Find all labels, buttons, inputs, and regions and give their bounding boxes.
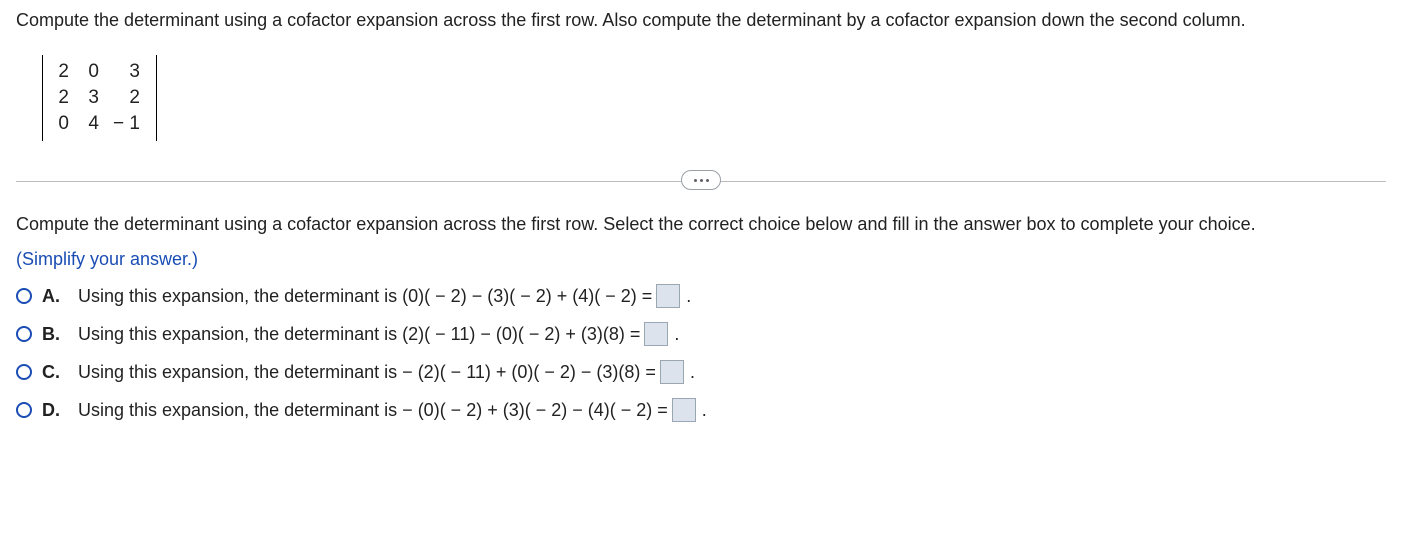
answer-input-a[interactable] [656, 284, 680, 308]
matrix-cell: 0 [79, 59, 109, 85]
matrix-cell: 3 [79, 85, 109, 111]
choice-d: D. Using this expansion, the determinant… [16, 398, 1386, 422]
matrix-cell: 2 [49, 85, 79, 111]
radio-a[interactable] [16, 288, 32, 304]
ellipsis-icon [694, 179, 709, 182]
choice-text: Using this expansion, the determinant is… [78, 324, 640, 345]
matrix-cell: 2 [109, 85, 150, 111]
choice-letter: C. [42, 362, 62, 383]
question-text: Compute the determinant using a cofactor… [16, 10, 1386, 31]
choice-text: Using this expansion, the determinant is… [78, 286, 652, 307]
choice-text: Using this expansion, the determinant is… [78, 362, 656, 383]
sub-question-text: Compute the determinant using a cofactor… [16, 214, 1386, 235]
radio-d[interactable] [16, 402, 32, 418]
matrix-cell: − 1 [109, 111, 150, 137]
radio-c[interactable] [16, 364, 32, 380]
choice-letter: A. [42, 286, 62, 307]
choice-text: Using this expansion, the determinant is… [78, 400, 668, 421]
choice-c: C. Using this expansion, the determinant… [16, 360, 1386, 384]
choice-letter: D. [42, 400, 62, 421]
answer-input-b[interactable] [644, 322, 668, 346]
choice-b: B. Using this expansion, the determinant… [16, 322, 1386, 346]
period: . [690, 362, 695, 383]
period: . [686, 286, 691, 307]
matrix-cell: 4 [79, 111, 109, 137]
matrix-cell: 2 [49, 59, 79, 85]
period: . [674, 324, 679, 345]
period: . [702, 400, 707, 421]
choice-letter: B. [42, 324, 62, 345]
matrix-cell: 0 [49, 111, 79, 137]
matrix-determinant: 2 0 3 2 3 2 0 4 − 1 [42, 55, 157, 141]
choice-list: A. Using this expansion, the determinant… [16, 284, 1386, 422]
choice-a: A. Using this expansion, the determinant… [16, 284, 1386, 308]
radio-b[interactable] [16, 326, 32, 342]
matrix-cell: 3 [109, 59, 150, 85]
hint-text: (Simplify your answer.) [16, 249, 1386, 270]
answer-input-d[interactable] [672, 398, 696, 422]
answer-input-c[interactable] [660, 360, 684, 384]
expand-button[interactable] [681, 170, 721, 190]
